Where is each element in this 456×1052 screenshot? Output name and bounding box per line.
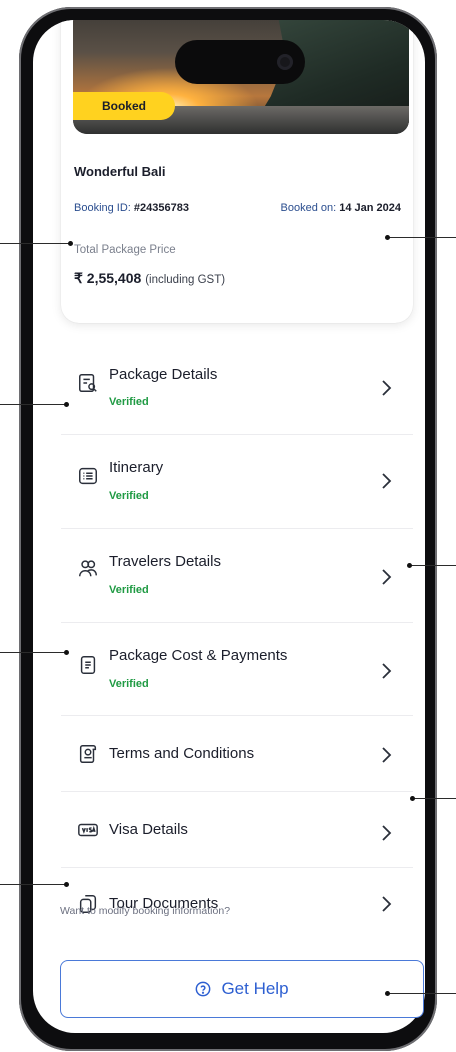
pointer-line xyxy=(0,650,69,655)
verified-status: Verified xyxy=(109,678,149,690)
menu-item-label: Visa Details xyxy=(109,821,188,838)
menu-item-label: Package Details xyxy=(109,366,218,383)
pointer-line xyxy=(407,563,456,568)
chevron-right-icon xyxy=(382,663,392,679)
chevron-right-icon xyxy=(382,825,392,841)
app-screen: Booked Wonderful Bali Booking ID: #24356… xyxy=(33,20,425,1033)
chevron-right-icon xyxy=(382,380,392,396)
pointer-line xyxy=(0,882,69,887)
chevron-right-icon xyxy=(382,473,392,489)
price-label: Total Package Price xyxy=(74,244,176,256)
pointer-line xyxy=(385,991,456,996)
pointer-line xyxy=(385,235,456,240)
chevron-right-icon xyxy=(382,896,392,912)
help-circle-icon xyxy=(196,981,211,997)
modify-booking-hint: Want to modify booking information? xyxy=(60,905,231,917)
menu-item-travelers-details[interactable]: Travelers Details Verified xyxy=(61,529,413,623)
menu-item-visa-details[interactable]: Visa Details xyxy=(61,792,413,868)
menu-item-label: Package Cost & Payments xyxy=(109,647,288,664)
receipt-icon xyxy=(80,656,96,674)
scroll-icon xyxy=(79,745,97,763)
verified-status: Verified xyxy=(109,584,149,596)
booking-id: Booking ID: #24356783 xyxy=(74,202,189,214)
menu-item-package-cost-payments[interactable]: Package Cost & Payments Verified xyxy=(61,623,413,716)
list-icon xyxy=(79,467,97,485)
visa-card-icon xyxy=(78,823,98,837)
verified-status: Verified xyxy=(109,396,149,408)
pointer-line xyxy=(0,241,73,246)
menu-item-terms-and-conditions[interactable]: Terms and Conditions xyxy=(61,716,413,792)
menu-item-package-details[interactable]: Package Details Verified xyxy=(61,342,413,435)
package-price: ₹ 2,55,408 (including GST) xyxy=(74,270,226,286)
document-search-icon xyxy=(79,374,97,392)
verified-status: Verified xyxy=(109,490,149,502)
users-icon xyxy=(79,560,97,577)
booked-on-date: Booked on: 14 Jan 2024 xyxy=(280,202,402,214)
chevron-right-icon xyxy=(382,569,392,585)
menu-item-tour-documents[interactable]: Tour Documents xyxy=(61,868,413,940)
get-help-button[interactable]: Get Help xyxy=(60,960,424,1018)
get-help-label: Get Help xyxy=(221,979,289,998)
trip-title: Wonderful Bali xyxy=(74,164,166,179)
menu-item-label: Itinerary xyxy=(109,459,164,476)
pointer-line xyxy=(0,402,69,407)
chevron-right-icon xyxy=(382,747,392,763)
menu-item-itinerary[interactable]: Itinerary Verified xyxy=(61,435,413,529)
menu-item-label: Travelers Details xyxy=(109,553,221,570)
status-badge: Booked xyxy=(73,92,175,120)
menu-item-label: Terms and Conditions xyxy=(109,745,255,762)
dynamic-island xyxy=(175,40,305,84)
pointer-line xyxy=(410,796,456,801)
